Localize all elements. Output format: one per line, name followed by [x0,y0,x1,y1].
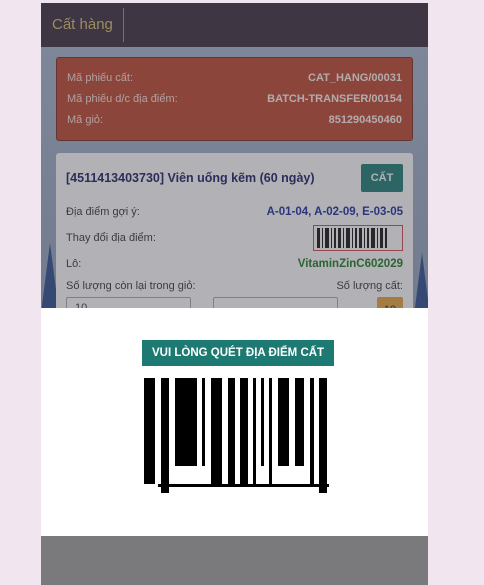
modal-title: VUI LÒNG QUÉT ĐỊA ĐIỂM CẤT [142,340,335,366]
scan-location-modal: VUI LÒNG QUÉT ĐỊA ĐIỂM CẤT [41,308,428,536]
app-window: Cất hàng Mã phiếu cất: CAT_HANG/00031 Mã… [41,3,428,585]
barcode-scan-icon [140,378,329,493]
footer-area [41,536,428,585]
